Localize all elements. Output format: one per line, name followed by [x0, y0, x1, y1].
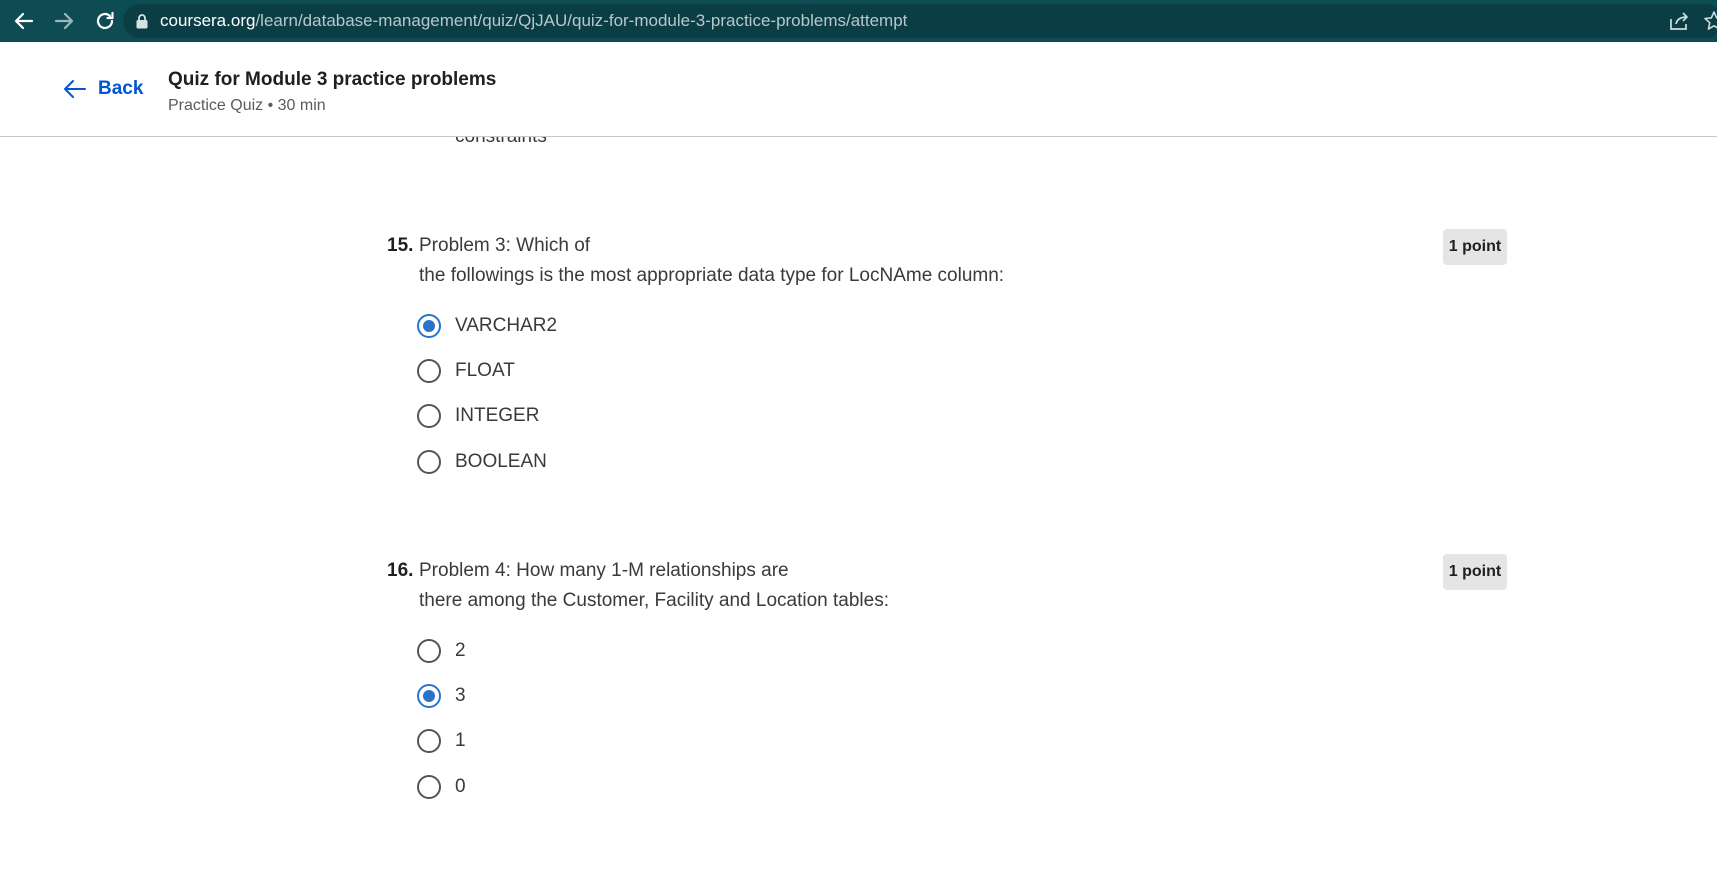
option-float[interactable]: FLOAT: [417, 357, 515, 385]
question-text-line1: Problem 4: How many 1-M relationships ar…: [419, 560, 789, 581]
points-badge: 1 point: [1443, 229, 1507, 265]
option-label: VARCHAR2: [455, 315, 558, 336]
radio-button-selected[interactable]: [417, 314, 441, 338]
lock-icon[interactable]: [135, 13, 149, 29]
radio-button[interactable]: [417, 639, 441, 663]
share-icon[interactable]: [1668, 10, 1690, 32]
browser-toolbar: coursera.org/learn/database-management/q…: [0, 0, 1717, 42]
question-text-line2: the followings is the most appropriate d…: [419, 265, 1005, 286]
radio-button-selected[interactable]: [417, 684, 441, 708]
question-text-line1: Problem 3: Which of: [419, 235, 591, 256]
reload-icon[interactable]: [93, 9, 117, 33]
option-0[interactable]: 0: [417, 773, 466, 801]
radio-button[interactable]: [417, 450, 441, 474]
forward-icon[interactable]: [52, 9, 76, 33]
quiz-title: Quiz for Module 3 practice problems: [168, 69, 497, 90]
option-label: INTEGER: [455, 405, 540, 426]
option-2[interactable]: 2: [417, 637, 466, 665]
quiz-meta: Practice Quiz • 30 min: [168, 97, 326, 114]
option-label: BOOLEAN: [455, 451, 547, 472]
question-text-line2: there among the Customer, Facility and L…: [419, 590, 889, 611]
url-domain: coursera.org: [160, 11, 256, 30]
option-label: FLOAT: [455, 360, 515, 381]
option-label: 1: [455, 730, 466, 751]
radio-button[interactable]: [417, 404, 441, 428]
radio-button[interactable]: [417, 729, 441, 753]
url-path: /learn/database-management/quiz/QjJAU/qu…: [255, 11, 908, 30]
option-label: 0: [455, 776, 466, 797]
points-badge: 1 point: [1443, 554, 1507, 590]
option-integer[interactable]: INTEGER: [417, 402, 539, 430]
option-label: 3: [455, 685, 466, 706]
back-button[interactable]: Back: [62, 76, 143, 102]
radio-button[interactable]: [417, 775, 441, 799]
back-icon[interactable]: [12, 9, 36, 33]
star-icon[interactable]: [1703, 10, 1717, 32]
option-label: 2: [455, 640, 466, 661]
option-boolean[interactable]: BOOLEAN: [417, 448, 547, 476]
url-text[interactable]: coursera.org/learn/database-management/q…: [160, 11, 907, 31]
question-number: 16.: [387, 560, 414, 581]
arrow-left-icon: [62, 76, 88, 102]
quiz-header: Back Quiz for Module 3 practice problems…: [0, 42, 1717, 137]
option-3[interactable]: 3: [417, 682, 466, 710]
question-number: 15.: [387, 235, 414, 256]
option-1[interactable]: 1: [417, 727, 466, 755]
back-label: Back: [98, 78, 144, 99]
radio-button[interactable]: [417, 359, 441, 383]
option-varchar2[interactable]: VARCHAR2: [417, 312, 557, 340]
